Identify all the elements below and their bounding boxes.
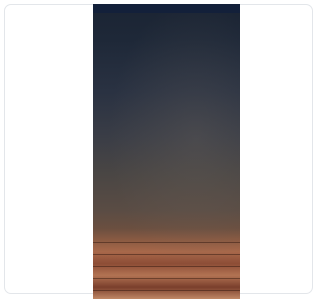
top-navbar xyxy=(93,4,240,13)
wood-shelf-edge xyxy=(93,290,240,291)
wood-shelf-edge xyxy=(93,266,240,267)
wood-shelf-edge xyxy=(93,278,240,279)
wood-shelf-edge xyxy=(93,242,240,243)
website-preview[interactable] xyxy=(93,4,240,299)
wood-shelf-edge xyxy=(93,254,240,255)
